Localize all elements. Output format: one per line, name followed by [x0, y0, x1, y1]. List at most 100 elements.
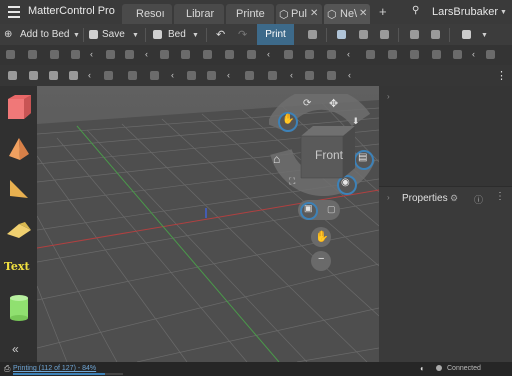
search-icon[interactable]: ⚲	[412, 5, 419, 16]
half-sphere-shape-icon[interactable]	[5, 218, 33, 240]
tab-printer[interactable]: Printe	[226, 4, 274, 24]
tool-icon[interactable]	[245, 71, 254, 80]
chevron-left-icon[interactable]: ‹	[88, 70, 91, 80]
chevron-down-icon[interactable]: ▼	[481, 32, 488, 39]
chevron-down-icon[interactable]: ▼	[132, 32, 139, 39]
home-icon[interactable]: ⌂	[273, 152, 280, 166]
hamburger-menu-icon[interactable]	[8, 6, 20, 18]
tab-resources[interactable]: Resoı	[122, 4, 172, 24]
shapes-panel: Text «	[0, 86, 37, 362]
tool-icon[interactable]	[6, 50, 15, 59]
chevron-down-icon[interactable]: ▼	[73, 32, 80, 39]
chevron-left-icon[interactable]: ‹	[347, 49, 350, 59]
tab-part[interactable]: ⬡ Pul ✕	[276, 4, 322, 24]
tool-icon[interactable]	[388, 50, 397, 59]
add-tab-icon[interactable]: +	[379, 4, 387, 19]
tool-icon[interactable]	[327, 50, 336, 59]
pyramid-shape-icon[interactable]	[6, 136, 32, 162]
tab-label: Librar	[186, 8, 215, 20]
chevron-left-icon[interactable]: ‹	[267, 49, 270, 59]
tool-icon[interactable]	[50, 50, 59, 59]
tool-icon[interactable]	[247, 50, 256, 59]
tool-icon[interactable]	[207, 71, 216, 80]
tool-icon[interactable]	[203, 50, 212, 59]
3d-viewport[interactable]: ⟳ ✥ ✋ ⬇ ⌂ ▤ ◉ ⛶ Front ▣ ▢ ✋ −	[37, 86, 379, 362]
tool-icon[interactable]	[268, 71, 277, 80]
globe-icon[interactable]: ◐	[420, 364, 425, 373]
collapse-panel-icon[interactable]: «	[12, 342, 19, 356]
list-icon[interactable]	[462, 30, 471, 39]
chevron-left-icon[interactable]: ‹	[290, 70, 293, 80]
tool-icon[interactable]	[187, 71, 196, 80]
tool-icon[interactable]	[29, 71, 38, 80]
tool-icon[interactable]	[366, 50, 375, 59]
chevron-right-icon[interactable]: ›	[387, 92, 390, 101]
close-tab-icon[interactable]: ✕	[359, 8, 367, 19]
chevron-down-icon[interactable]: ▼	[500, 9, 507, 16]
tool-icon[interactable]	[453, 50, 462, 59]
bed-button[interactable]: Bed	[168, 29, 186, 40]
tool-icon[interactable]	[125, 50, 134, 59]
model-view-icon[interactable]	[337, 30, 346, 39]
print-progress-link[interactable]: Printing (112 of 127) - 84%	[13, 365, 96, 372]
chevron-left-icon[interactable]: ‹	[472, 49, 475, 59]
tool-icon[interactable]	[225, 50, 234, 59]
cylinder-shape-icon[interactable]	[9, 294, 29, 322]
copy-icon[interactable]	[410, 30, 419, 39]
tool-icon[interactable]	[150, 71, 159, 80]
connection-status-icon	[436, 365, 442, 371]
text-shape-item[interactable]: Text	[4, 260, 30, 273]
rotate-icon[interactable]: ⟳	[303, 98, 311, 109]
more-options-icon[interactable]: ⋮	[496, 69, 507, 82]
view-cube-front-label[interactable]: Front	[315, 148, 343, 162]
main-toolbar: ⊕ Add to Bed ▼ Save ▼ Bed ▼ ↶ ↷ ▼	[0, 24, 512, 46]
add-to-bed-button[interactable]: Add to Bed	[20, 29, 69, 40]
edit-toolbar: ‹ ‹ ‹ ‹ ‹	[0, 45, 512, 66]
chevron-left-icon[interactable]: ‹	[171, 70, 174, 80]
help-icon[interactable]: ⓘ	[474, 193, 483, 206]
tool-icon[interactable]	[8, 71, 17, 80]
close-tab-icon[interactable]: ✕	[310, 8, 318, 19]
fit-view-icon[interactable]: ⛶	[289, 176, 295, 187]
tool-icon[interactable]	[69, 71, 78, 80]
chevron-left-icon[interactable]: ‹	[227, 70, 230, 80]
tool-icon[interactable]	[28, 50, 37, 59]
tool-icon[interactable]	[71, 50, 80, 59]
tab-library[interactable]: Librar	[174, 4, 224, 24]
tool-icon[interactable]	[128, 71, 137, 80]
move-icon[interactable]: ✥	[329, 97, 338, 110]
cube-shape-icon[interactable]	[5, 93, 33, 121]
redo-icon[interactable]: ↷	[238, 28, 247, 41]
tool-icon[interactable]	[327, 71, 336, 80]
tool-icon[interactable]	[181, 50, 190, 59]
wedge-shape-icon[interactable]	[6, 176, 32, 202]
view-toolbar: ‹ ‹ ‹ ‹ ‹ ⋮	[0, 65, 512, 87]
paste-icon[interactable]	[431, 30, 440, 39]
settings-icon[interactable]: ⚙	[450, 193, 458, 204]
tool-icon[interactable]	[305, 50, 314, 59]
more-options-icon[interactable]: ⋮	[495, 191, 505, 202]
undo-icon[interactable]: ↶	[216, 28, 225, 41]
tool-icon[interactable]	[486, 50, 495, 59]
chevron-left-icon[interactable]: ‹	[90, 49, 93, 59]
chevron-right-icon[interactable]: ›	[387, 193, 390, 202]
chevron-down-icon[interactable]: ▼	[192, 32, 199, 39]
chevron-left-icon[interactable]: ‹	[348, 70, 351, 80]
tool-icon[interactable]	[410, 50, 419, 59]
user-name[interactable]: LarsBrubaker	[432, 6, 498, 18]
layers-view-icon[interactable]	[359, 30, 368, 39]
tool-icon[interactable]	[284, 50, 293, 59]
tool-icon[interactable]	[432, 50, 441, 59]
print-button[interactable]: Print	[257, 24, 294, 45]
tool-icon[interactable]	[160, 50, 169, 59]
tool-icon[interactable]	[104, 71, 113, 80]
tool-icon[interactable]	[305, 71, 314, 80]
tool-icon[interactable]	[106, 50, 115, 59]
chevron-left-icon[interactable]: ‹	[145, 49, 148, 59]
orthographic-icon[interactable]: ▢	[327, 204, 336, 215]
tab-new[interactable]: ⬡ Ne\ ✕	[324, 4, 370, 24]
slice-settings-icon[interactable]	[308, 30, 317, 39]
save-button[interactable]: Save	[102, 29, 125, 40]
tool-icon[interactable]	[49, 71, 58, 80]
gcode-view-icon[interactable]	[380, 30, 389, 39]
